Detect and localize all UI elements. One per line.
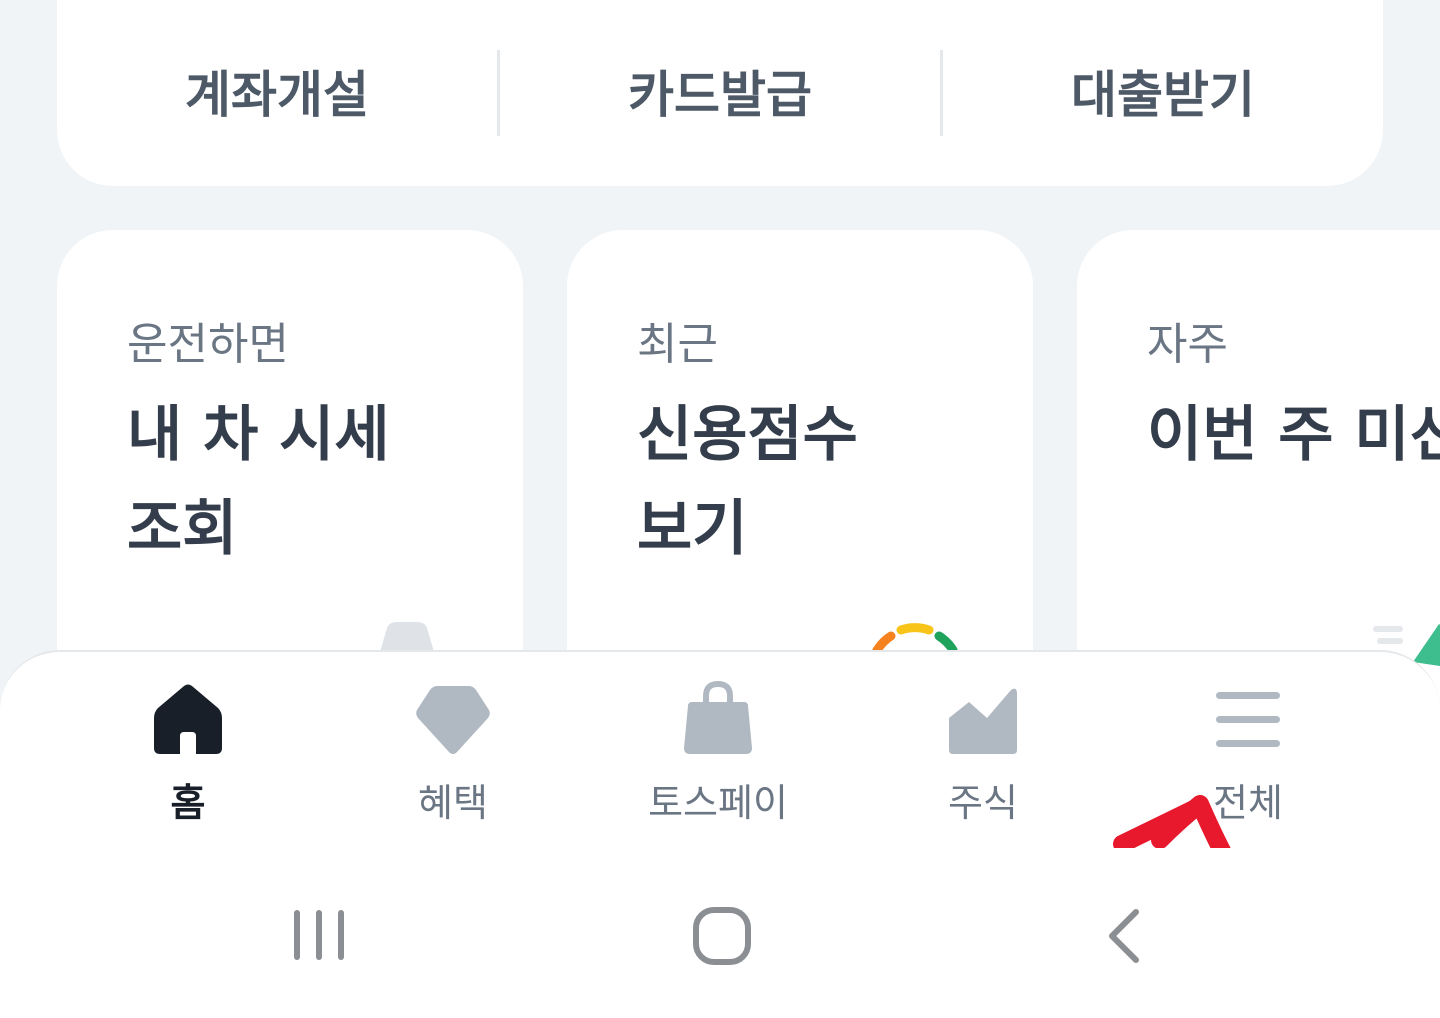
tab-stocks[interactable]: 주식 xyxy=(883,680,1083,830)
card-title-line: 이번 주 미션 xyxy=(1147,400,1440,470)
tab-label: 주식 xyxy=(948,781,1018,825)
bottom-navigation: 홈 혜택 토스페이 주식 전체 xyxy=(0,650,1440,870)
diamond-icon xyxy=(416,686,490,754)
tab-toss-pay[interactable]: 토스페이 xyxy=(618,680,818,830)
tab-label: 토스페이 xyxy=(648,781,788,825)
quick-action-bar: 계좌개설 카드발급 대출받기 xyxy=(57,0,1383,186)
recent-apps-icon[interactable] xyxy=(292,908,348,964)
get-loan-button[interactable]: 대출받기 xyxy=(943,0,1383,186)
stock-chart-icon xyxy=(949,688,1017,754)
tab-label: 홈 xyxy=(170,781,206,825)
app-screen: 계좌개설 카드발급 대출받기 운전하면 내 차 시세 조회 최근 신용점수 보기… xyxy=(0,0,1440,1018)
card-eyebrow: 최근 xyxy=(637,319,718,370)
tab-all-menu[interactable]: 전체 xyxy=(1148,680,1348,830)
open-account-button[interactable]: 계좌개설 xyxy=(57,0,497,186)
issue-card-button[interactable]: 카드발급 xyxy=(500,0,940,186)
card-eyebrow: 자주 xyxy=(1147,319,1228,370)
tab-label: 혜택 xyxy=(418,781,488,825)
card-title: 신용점수 보기 xyxy=(637,388,858,576)
home-icon xyxy=(154,684,222,754)
card-eyebrow: 운전하면 xyxy=(127,319,289,370)
card-title-line: 보기 xyxy=(637,494,748,564)
tab-benefits[interactable]: 혜택 xyxy=(353,680,553,830)
card-title: 이번 주 미션 xyxy=(1147,388,1440,482)
card-title-line: 신용점수 xyxy=(637,400,858,470)
card-title-line: 내 차 시세 xyxy=(127,400,390,470)
tab-label: 전체 xyxy=(1213,781,1283,825)
back-icon[interactable] xyxy=(1100,906,1150,966)
card-title: 내 차 시세 조회 xyxy=(127,388,390,576)
tab-home[interactable]: 홈 xyxy=(88,680,288,830)
card-title-line: 조회 xyxy=(127,494,238,564)
home-button-icon[interactable] xyxy=(692,906,752,966)
menu-icon xyxy=(1216,692,1280,747)
system-navigation-bar xyxy=(0,848,1440,1018)
shopping-bag-icon xyxy=(684,680,752,754)
